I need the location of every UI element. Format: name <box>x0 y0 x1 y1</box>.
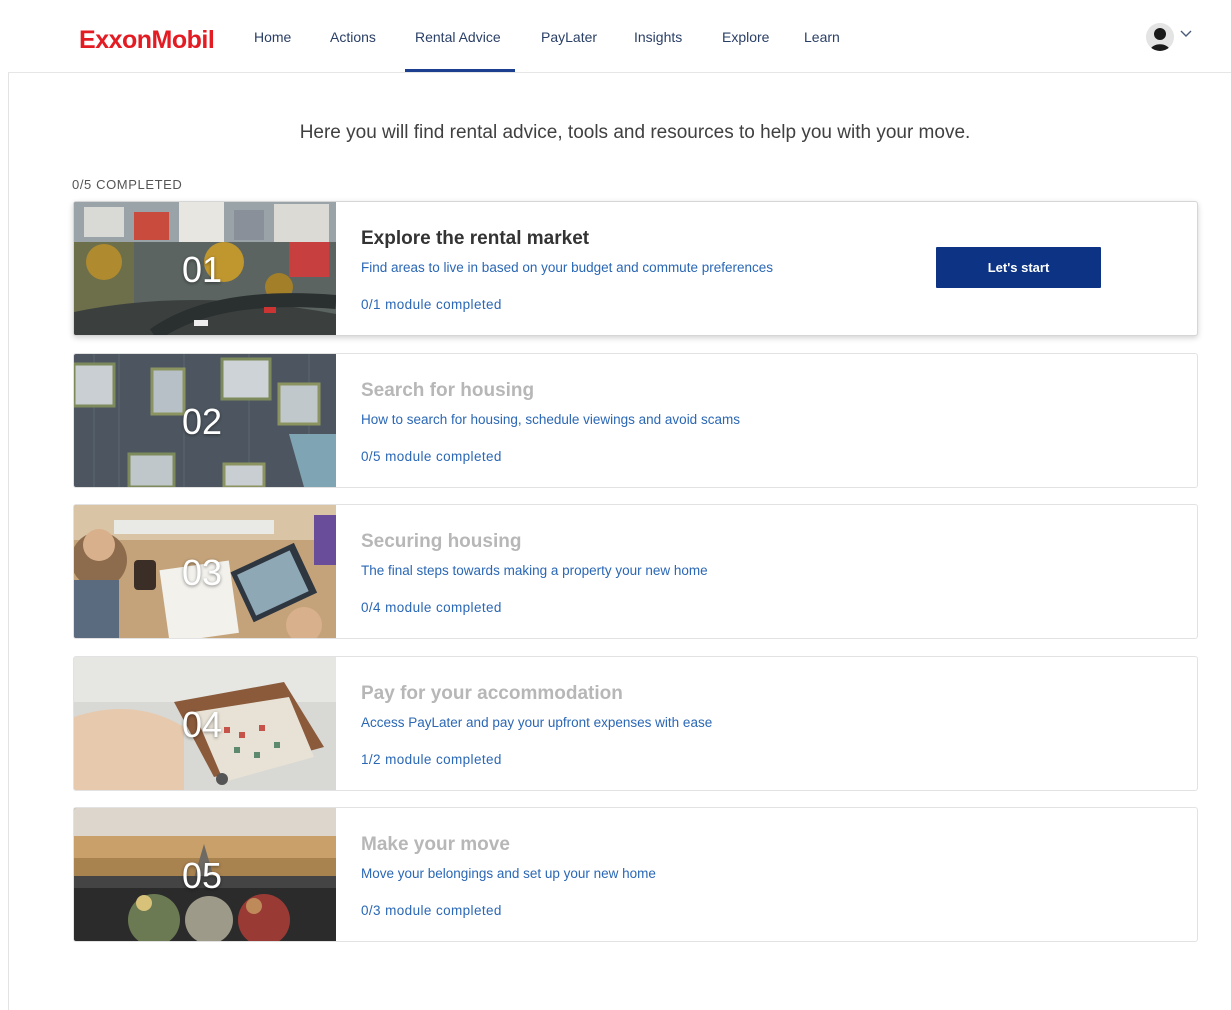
chevron-down-icon[interactable] <box>1180 26 1192 42</box>
module-number: 02 <box>182 401 223 442</box>
module-description: The final steps towards making a propert… <box>361 563 708 578</box>
module-description: Find areas to live in based on your budg… <box>361 260 773 275</box>
module-description: How to search for housing, schedule view… <box>361 412 740 427</box>
module-image-wallet: 04 <box>74 657 336 790</box>
nav-home[interactable]: Home <box>254 29 291 45</box>
module-image-city: 01 <box>74 202 336 335</box>
avatar-icon[interactable] <box>1146 23 1174 51</box>
module-card-move[interactable]: 05 Make your move Move your belongings a… <box>73 807 1198 942</box>
module-number: 05 <box>182 855 223 896</box>
nav-paylater[interactable]: PayLater <box>541 29 597 45</box>
module-image-road: 05 <box>74 808 336 941</box>
module-card-explore[interactable]: 01 Explore the rental market Find areas … <box>73 201 1198 336</box>
module-title[interactable]: Search for housing <box>361 380 534 402</box>
overall-progress: 0/5 COMPLETED <box>72 177 183 192</box>
active-nav-indicator <box>405 69 515 72</box>
nav-rental-advice[interactable]: Rental Advice <box>415 29 501 45</box>
module-number: 01 <box>182 249 223 290</box>
module-number: 03 <box>182 552 223 593</box>
lets-start-button[interactable]: Let's start <box>936 247 1101 288</box>
module-card-pay[interactable]: 04 Pay for your accommodation Access Pay… <box>73 656 1198 791</box>
intro-text: Here you will find rental advice, tools … <box>299 122 971 143</box>
module-number: 04 <box>182 704 223 745</box>
nav-actions[interactable]: Actions <box>330 29 376 45</box>
module-progress: 1/2 module completed <box>361 752 502 767</box>
exxonmobil-logo[interactable]: ExxonMobil <box>79 26 215 55</box>
module-progress: 0/1 module completed <box>361 297 502 312</box>
nav-insights[interactable]: Insights <box>634 29 682 45</box>
module-description: Move your belongings and set up your new… <box>361 866 656 881</box>
module-progress: 0/5 module completed <box>361 449 502 464</box>
module-title[interactable]: Securing housing <box>361 531 521 553</box>
nav-explore[interactable]: Explore <box>722 29 769 45</box>
module-title[interactable]: Pay for your accommodation <box>361 683 623 705</box>
module-progress: 0/4 module completed <box>361 600 502 615</box>
nav-learn[interactable]: Learn <box>804 29 840 45</box>
module-description: Access PayLater and pay your upfront exp… <box>361 715 713 730</box>
module-title[interactable]: Make your move <box>361 834 510 856</box>
module-image-desk: 03 <box>74 505 336 638</box>
module-progress: 0/3 module completed <box>361 903 502 918</box>
module-image-building: 02 <box>74 354 336 487</box>
module-card-securing[interactable]: 03 Securing housing The final steps towa… <box>73 504 1198 639</box>
module-title[interactable]: Explore the rental market <box>361 228 589 250</box>
module-card-search[interactable]: 02 Search for housing How to search for … <box>73 353 1198 488</box>
top-navbar: ExxonMobil Home Actions Rental Advice Pa… <box>8 6 1231 73</box>
